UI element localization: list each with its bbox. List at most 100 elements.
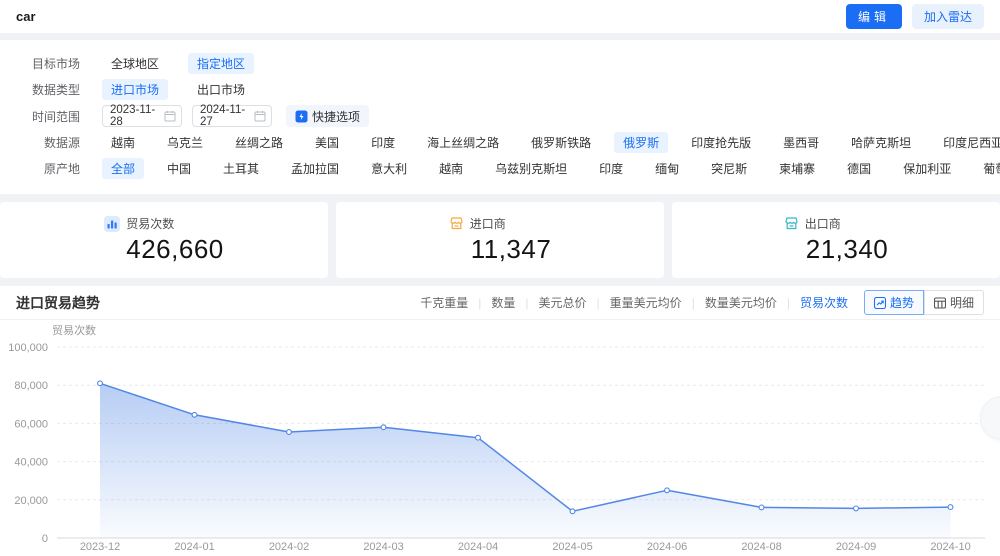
filter-chip[interactable]: 缅甸	[646, 158, 688, 179]
stat-value: 11,347	[470, 234, 552, 264]
stat-label: 贸易次数	[126, 217, 175, 231]
svg-text:2023-12: 2023-12	[80, 541, 120, 553]
trend-view-label: 趋势	[889, 296, 914, 310]
quick-options-label: 快捷选项	[312, 109, 361, 124]
calendar-icon	[254, 111, 266, 122]
metric-tab[interactable]: 重量美元均价	[610, 294, 682, 311]
svg-text:80,000: 80,000	[14, 380, 48, 392]
edit-button[interactable]: 编辑	[845, 4, 902, 29]
svg-text:2024-09: 2024-09	[836, 541, 876, 553]
end-date-input[interactable]: 2024-11-27	[192, 104, 272, 128]
trend-chart-canvas[interactable]: 贸易次数 0 20,000 40,000 60,000 80,000 100,000 2023…	[0, 320, 1000, 555]
calendar-icon	[164, 111, 176, 122]
metric-tab[interactable]: 美元总价	[539, 294, 587, 311]
filter-chip[interactable]: 印度	[590, 158, 632, 179]
filter-chip[interactable]: 哈萨克斯坦	[842, 132, 920, 153]
metric-tab[interactable]: 贸易次数	[800, 294, 848, 311]
svg-text:2024-10: 2024-10	[930, 541, 970, 553]
add-to-radar-button[interactable]: 加入雷达	[911, 4, 984, 29]
filter-chip[interactable]: 越南	[102, 132, 144, 153]
date-range-label: 时间范围	[31, 109, 80, 124]
filter-chip[interactable]: 海上丝绸之路	[418, 132, 508, 153]
origin-options: 全部中国土耳其孟加拉国意大利越南乌兹别克斯坦印度缅甸突尼斯柬埔寨德国保加利亚葡萄…	[102, 158, 1000, 179]
trend-panel: 进口贸易趋势 千克重量 | 数量 | 美元总价 | 重量美元均价 | 数量美元均价 | 贸易次数 趋…	[0, 286, 1000, 556]
filter-chip[interactable]: 印度	[362, 132, 404, 153]
svg-text:100,000: 100,000	[8, 342, 48, 354]
filter-chip[interactable]: 出口市场	[188, 79, 254, 100]
filter-chip[interactable]: 印度尼西亚定制版	[934, 132, 1000, 153]
filter-chip[interactable]: 突尼斯	[702, 158, 756, 179]
filter-chip[interactable]: 俄罗斯铁路	[522, 132, 600, 153]
metric-separator: |	[525, 295, 529, 310]
data-source-options: 越南 乌克兰 丝绸之路 美国 印度 海上丝绸之路 俄罗斯铁路 俄罗斯 印度抢先版 墨西哥 哈萨克斯坦…	[102, 132, 1000, 153]
filter-chip[interactable]: 指定地区	[188, 53, 255, 74]
quick-options-button[interactable]: 快捷选项	[286, 105, 370, 127]
svg-text:20,000: 20,000	[14, 495, 48, 507]
metric-separator: |	[786, 295, 790, 310]
filter-chip[interactable]: 丝绸之路	[226, 132, 292, 153]
stat-label: 进口商	[469, 217, 506, 231]
svg-text:2024-05: 2024-05	[552, 541, 592, 553]
page-title: car	[16, 9, 36, 24]
quick-options-icon	[295, 110, 308, 122]
view-toggle: 趋势 明细	[863, 290, 984, 315]
filter-chip[interactable]: 意大利	[362, 158, 416, 179]
topbar: car 编辑 加入雷达	[0, 0, 1000, 33]
filter-row-origin: 原产地 全部 中国 土耳其 孟加拉国 意大利 越南 乌兹别克斯坦 印度 缅甸 突尼斯 柬埔寨 德国 保加…	[16, 158, 1000, 179]
filter-chip[interactable]: 越南	[430, 158, 472, 179]
filter-chip[interactable]: 印度抢先版	[682, 132, 760, 153]
filter-row-date-range: 时间范围 2023-11-28 2024-11-27 快捷选项	[16, 104, 984, 128]
filter-chip[interactable]: 葡萄牙	[974, 158, 1000, 179]
importer-icon	[450, 217, 463, 230]
filter-panel: 目标市场 全球地区 指定地区 数据类型 进口市场 出口市场 时间范围 2023-11…	[0, 40, 1000, 194]
bar-chart-icon	[104, 215, 121, 232]
stat-card-trade-count: 贸易次数 426,660	[0, 202, 328, 278]
data-source-label: 数据源	[43, 136, 80, 150]
data-type-options: 进口市场 出口市场	[102, 79, 984, 100]
metric-tab[interactable]: 数量	[491, 294, 515, 311]
filter-chip[interactable]: 美国	[306, 132, 348, 153]
trend-header: 进口贸易趋势 千克重量 | 数量 | 美元总价 | 重量美元均价 | 数量美元均价 | 贸易次数 趋…	[0, 286, 1000, 320]
trend-view-button[interactable]: 趋势	[863, 290, 924, 315]
filter-chip[interactable]: 柬埔寨	[770, 158, 824, 179]
svg-text:2024-01: 2024-01	[174, 541, 214, 553]
svg-text:贸易次数: 贸易次数	[52, 323, 96, 337]
exporter-icon	[785, 217, 798, 230]
topbar-actions: 编辑 加入雷达	[845, 4, 984, 29]
metric-tab[interactable]: 数量美元均价	[705, 294, 777, 311]
svg-text:2024-08: 2024-08	[741, 541, 781, 553]
filter-chip[interactable]: 俄罗斯	[614, 132, 669, 153]
stat-value: 21,340	[805, 234, 889, 264]
filter-chip[interactable]: 土耳其	[214, 158, 268, 179]
detail-view-button[interactable]: 明细	[923, 290, 984, 315]
target-market-label: 目标市场	[31, 57, 80, 71]
filter-chip[interactable]: 中国	[158, 158, 200, 179]
detail-view-label: 明细	[949, 296, 974, 310]
metric-tabs: 千克重量 | 数量 | 美元总价 | 重量美元均价 | 数量美元均价 | 贸易次数	[420, 294, 848, 311]
stat-card-exporters: 出口商 21,340	[672, 202, 1000, 278]
trend-title: 进口贸易趋势	[16, 294, 100, 311]
metric-separator: |	[596, 295, 600, 310]
filter-chip[interactable]: 德国	[838, 158, 880, 179]
filter-row-target-market: 目标市场 全球地区 指定地区	[16, 53, 984, 74]
filter-chip[interactable]: 进口市场	[102, 79, 169, 100]
origin-label: 原产地	[43, 162, 80, 176]
detail-view-icon	[933, 296, 946, 309]
filter-chip[interactable]: 墨西哥	[774, 132, 828, 153]
metric-tab[interactable]: 千克重量	[420, 294, 468, 311]
filter-chip[interactable]: 乌克兰	[158, 132, 212, 153]
filter-chip[interactable]: 孟加拉国	[282, 158, 348, 179]
svg-text:2024-06: 2024-06	[647, 541, 687, 553]
filter-chip[interactable]: 保加利亚	[894, 158, 960, 179]
filter-row-data-type: 数据类型 进口市场 出口市场	[16, 79, 984, 100]
filter-chip[interactable]: 乌兹别克斯坦	[486, 158, 576, 179]
filter-chip[interactable]: 全部	[102, 158, 145, 179]
svg-text:2024-03: 2024-03	[363, 541, 403, 553]
end-date-value: 2024-11-27	[200, 104, 246, 128]
target-market-options: 全球地区 指定地区	[102, 53, 984, 74]
svg-text:2024-04: 2024-04	[458, 541, 498, 553]
svg-text:40,000: 40,000	[14, 457, 48, 469]
filter-chip[interactable]: 全球地区	[102, 53, 168, 74]
stat-label: 出口商	[804, 217, 841, 231]
start-date-input[interactable]: 2023-11-28	[102, 104, 182, 128]
